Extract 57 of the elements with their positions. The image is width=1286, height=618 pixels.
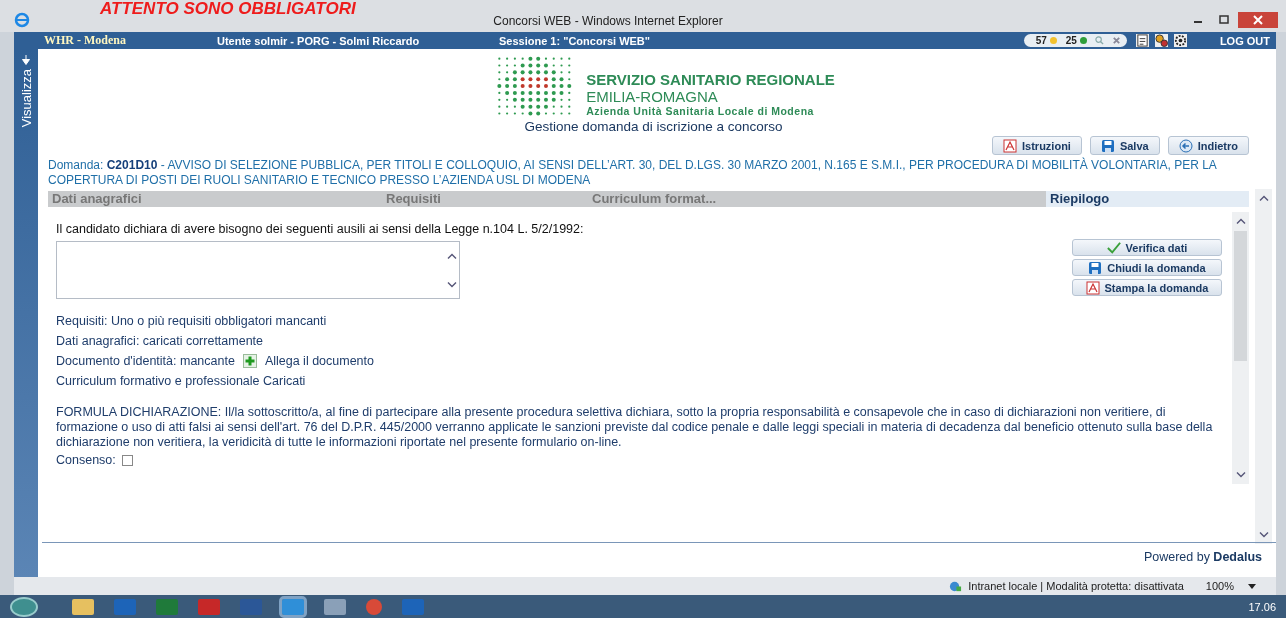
status-text: Documento d'identità: mancante (56, 354, 235, 368)
search-icon[interactable] (1094, 36, 1104, 45)
checkmark-icon (1106, 240, 1121, 255)
scroll-up-icon[interactable] (1258, 195, 1269, 202)
attach-document-link[interactable]: Allega il documento (264, 354, 374, 368)
warning-note: ATTENTO SONO OBBLIGATORI (100, 0, 356, 17)
action-button[interactable]: Chiudi la domanda (1072, 259, 1222, 276)
plus-icon[interactable] (242, 354, 257, 368)
scrollbar[interactable] (1255, 189, 1272, 544)
scrollbar[interactable] (1232, 212, 1249, 484)
close-button[interactable] (1238, 12, 1278, 28)
scroll-down-icon[interactable] (1235, 471, 1246, 478)
status-text: Curriculum formativo e professionale Caricati (56, 374, 306, 388)
agency-name: Azienda Unità Sanitaria Locale di Modena (586, 105, 815, 117)
declaration-text: FORMULA DICHIARAZIONE: Il/la sottoscritto/a, al fine di partecipare alla presente procedura selettiva dichiara, sotto la propria responsabilità e consapevole che in caso di dichiarazioni non veritiere, di formazione o uso di atti falsi ai sensi dell'art. 76 del D.P.R. 445/2000 verranno applicate le sanzioni previste dal codice penale e dalle leggi speciali in materia di decadenza dal beneficio ottenuto sulla base della dichiarazione non veritiera, la veridicità di tutte le informazioni riportate nel presente formulario on-line. (56, 405, 1214, 450)
clear-icon[interactable] (1111, 36, 1121, 45)
field-label: Il candidato dichiara di avere bisogno dei seguenti ausili ai sensi della Legge n.104 L. 5/2/1992: (56, 222, 585, 237)
status-text: Dati anagrafici: caricati correttamente (56, 334, 264, 348)
side-tab-label: Visualizza (18, 69, 34, 128)
security-zone: Intranet locale | Modalità protetta: disattivata (968, 580, 1184, 592)
side-panel-tab[interactable]: Visualizza (14, 49, 38, 577)
consent-label: Consenso: (56, 453, 116, 467)
start-button[interactable] (10, 596, 38, 617)
application-description: Domanda: C201D10 - AVVISO DI SELEZIONE PUBBLICA, PER TITOLI E COLLOQUIO, AI SENSI DELL’ART. 30, DEL D.LGS. 30 MARZO 2001, N.165 E S.M.I., PER PROCEDURA DI MOBILITÀ VOLONTARIA, PER LA COPERTURA DI POSTI DEI RUOLI SANITARIO E TECNICO PRESSO L’AZIENDA USL DI MODENA (48, 158, 1218, 188)
session-info: Sessione 1: "Concorsi WEB" (499, 34, 652, 47)
caret-icon[interactable] (1248, 583, 1256, 589)
scroll-up-icon[interactable] (447, 252, 457, 260)
arrow-icon (22, 55, 30, 65)
region-name: EMILIA-ROMAGNA (586, 88, 719, 105)
browser-logo-icon (14, 12, 30, 28)
zoom-level[interactable]: 100% (1205, 580, 1234, 592)
scroll-down-icon[interactable] (1258, 531, 1269, 538)
gear-icon[interactable] (1173, 34, 1187, 47)
network-globe-icon (949, 579, 963, 593)
logout-link[interactable]: LOG OUT (1219, 34, 1270, 47)
action-button[interactable]: Verifica dati (1072, 239, 1222, 256)
clock: 17.06 (1248, 600, 1276, 613)
toolbar-button[interactable]: Indietro (1167, 136, 1249, 155)
window-title: Concorsi WEB - Windows Internet Explorer (492, 14, 724, 28)
tab[interactable]: Riepilogo (1046, 191, 1249, 207)
toolbar-button[interactable]: Salva (1089, 136, 1160, 155)
scroll-down-icon[interactable] (447, 280, 457, 288)
counter-value: 25 (1065, 35, 1077, 46)
consent-checkbox[interactable] (121, 454, 133, 466)
scroll-up-icon[interactable] (1235, 218, 1246, 225)
action-button[interactable]: Stampa la domanda (1072, 279, 1222, 296)
document-icon[interactable] (1135, 34, 1149, 47)
counter-value: 57 (1035, 35, 1047, 46)
site-name: WHR - Modena (44, 33, 127, 48)
page-subtitle: Gestione domanda di iscrizione a concorso (523, 119, 784, 134)
powered-by-text: Powered by Dedalus (1143, 550, 1262, 564)
toolbar-button[interactable]: Istruzioni (992, 136, 1082, 155)
pdf-icon (1085, 280, 1100, 295)
user-info: Utente solmir - PORG - Solmi Riccardo (217, 34, 421, 47)
pdf-icon (1003, 138, 1017, 153)
org-title: SERVIZIO SANITARIO REGIONALE (586, 71, 835, 88)
status-text: Requisiti: Uno o più requisiti obbligatori mancanti (56, 314, 327, 328)
